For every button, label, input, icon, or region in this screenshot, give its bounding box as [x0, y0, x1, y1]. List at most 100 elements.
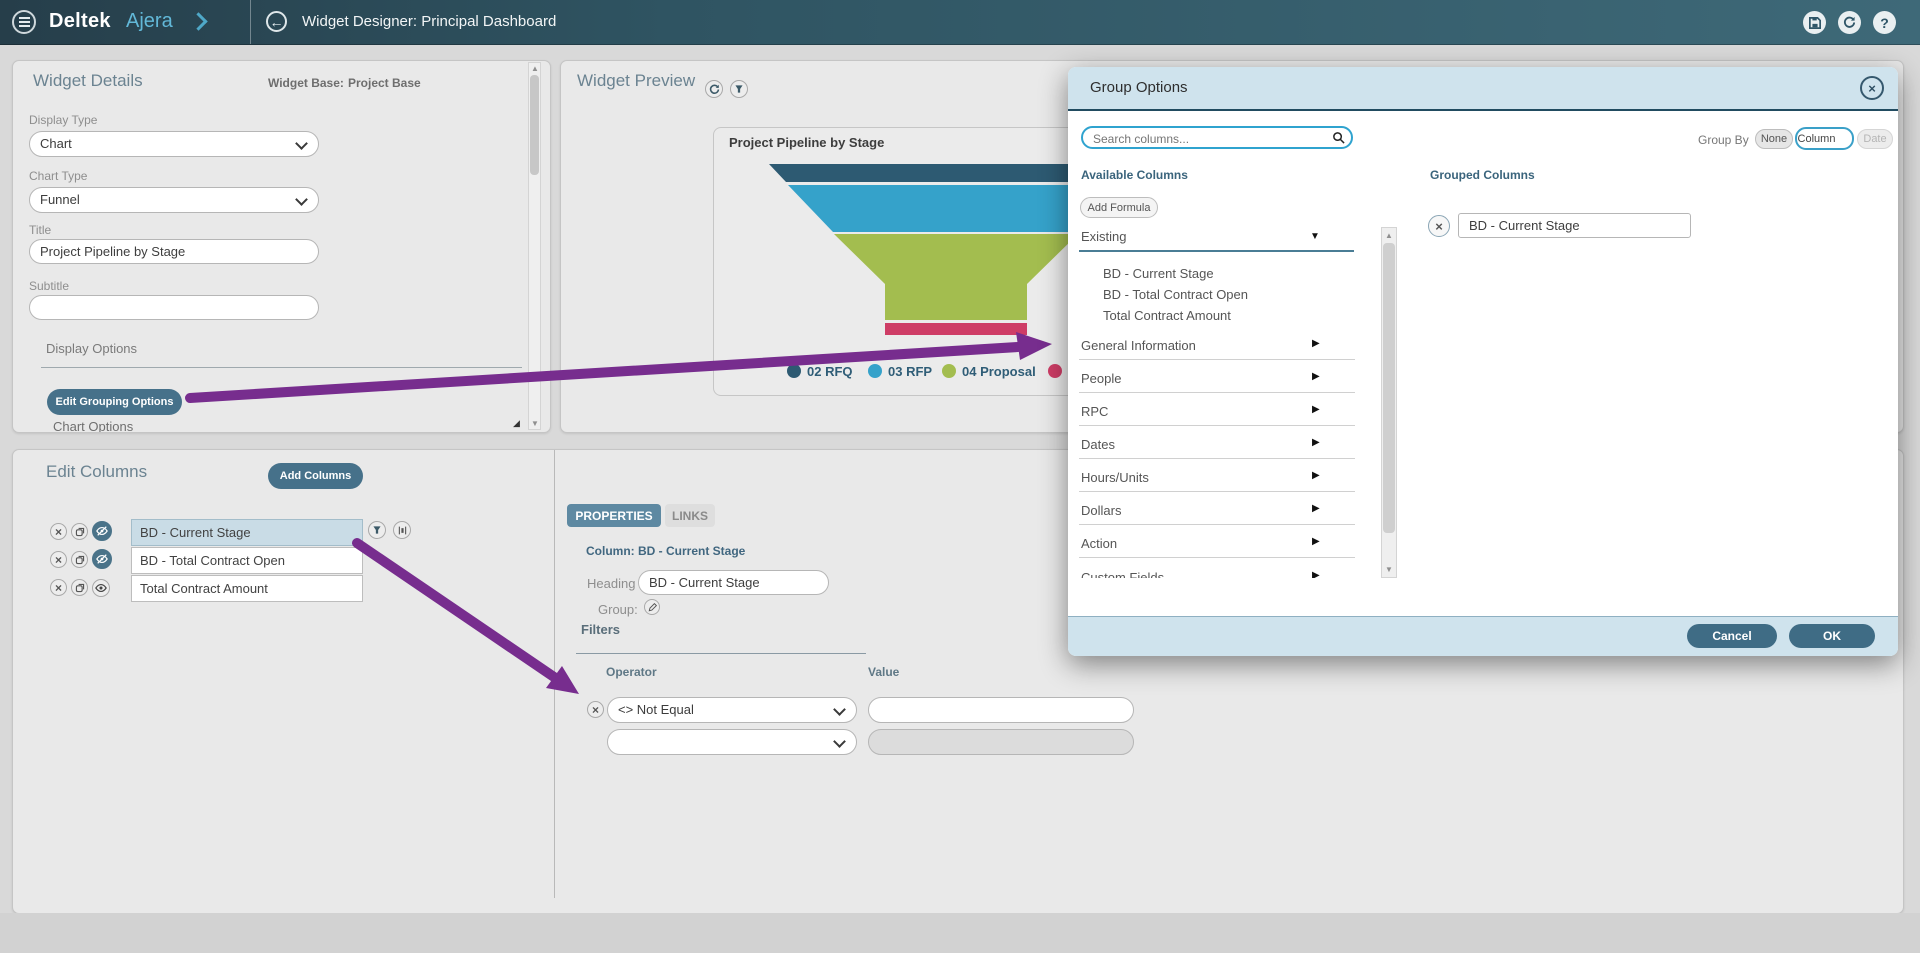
- remove-grouped-column-icon[interactable]: ×: [1428, 215, 1450, 237]
- visibility-hidden-icon[interactable]: [92, 549, 112, 569]
- visibility-hidden-icon[interactable]: [92, 521, 112, 541]
- insert-column-icon[interactable]: [393, 521, 411, 539]
- funnel-segment-05: [885, 323, 1027, 335]
- panel-divider: [554, 450, 555, 898]
- grouped-column-input[interactable]: [1458, 213, 1691, 238]
- category-row[interactable]: Action: [1081, 536, 1117, 551]
- legend-label: 04 Proposal: [962, 364, 1036, 379]
- collapse-icon[interactable]: ▼: [1310, 231, 1320, 242]
- chevron-down-icon: [833, 703, 846, 716]
- help-icon[interactable]: ?: [1873, 11, 1896, 34]
- group-by-none[interactable]: None: [1755, 129, 1793, 149]
- tab-links[interactable]: LINKS: [665, 504, 715, 527]
- resize-handle-icon[interactable]: ◢: [513, 419, 520, 428]
- category-row[interactable]: Custom Fields: [1081, 570, 1164, 578]
- remove-column-icon[interactable]: ×: [50, 579, 67, 596]
- widget-base-label: Widget Base:: [268, 76, 344, 90]
- scroll-up-icon[interactable]: ▲: [531, 65, 539, 73]
- chart-type-select[interactable]: Funnel: [29, 187, 319, 213]
- search-icon[interactable]: [1332, 131, 1345, 144]
- expand-icon[interactable]: ▶: [1312, 437, 1320, 448]
- remove-filter-icon[interactable]: ×: [587, 701, 604, 718]
- column-row[interactable]: BD - Current Stage: [131, 519, 363, 546]
- scroll-down-icon[interactable]: ▼: [531, 420, 539, 428]
- title-input[interactable]: [29, 239, 319, 264]
- expand-icon[interactable]: ▶: [1312, 338, 1320, 349]
- legend-dot: [787, 364, 801, 378]
- expand-icon[interactable]: ▶: [1312, 570, 1320, 578]
- duplicate-column-icon[interactable]: [71, 579, 88, 596]
- back-button[interactable]: ←: [266, 11, 287, 32]
- category-row[interactable]: Hours/Units: [1081, 470, 1149, 485]
- hamburger-menu-icon[interactable]: [12, 10, 36, 34]
- preview-filter-icon[interactable]: [730, 80, 748, 98]
- list-divider: [1079, 458, 1355, 459]
- subtitle-input[interactable]: [29, 295, 319, 320]
- scrollbar-thumb[interactable]: [1383, 243, 1395, 533]
- filter-operator-select[interactable]: <> Not Equal: [607, 697, 857, 723]
- display-type-select[interactable]: Chart: [29, 131, 319, 157]
- available-column-item[interactable]: BD - Total Contract Open: [1103, 287, 1248, 302]
- scrollbar-thumb[interactable]: [530, 75, 539, 175]
- available-column-item[interactable]: Total Contract Amount: [1103, 308, 1231, 323]
- scroll-up-icon[interactable]: ▲: [1385, 232, 1393, 240]
- dialog-footer: Cancel OK: [1068, 616, 1898, 656]
- available-column-item[interactable]: BD - Current Stage: [1103, 266, 1214, 281]
- expand-icon[interactable]: ▶: [1312, 404, 1320, 415]
- list-divider: [1079, 359, 1355, 360]
- filter-operator-select-empty[interactable]: [607, 729, 857, 755]
- group-by-date[interactable]: Date: [1857, 129, 1893, 149]
- visibility-visible-icon[interactable]: [92, 579, 110, 597]
- tab-properties[interactable]: PROPERTIES: [567, 504, 661, 527]
- heading-input[interactable]: [638, 570, 829, 595]
- remove-column-icon[interactable]: ×: [50, 523, 67, 540]
- remove-column-icon[interactable]: ×: [50, 551, 67, 568]
- filters-heading: Filters: [581, 622, 620, 637]
- group-by-column[interactable]: Column: [1795, 127, 1854, 150]
- column-row[interactable]: BD - Total Contract Open: [131, 547, 363, 574]
- existing-group-row[interactable]: Existing: [1081, 229, 1127, 244]
- legend-dot: [868, 364, 882, 378]
- brand-deltek: Deltek: [49, 10, 111, 33]
- page-title: Widget Designer: Principal Dashboard: [302, 13, 556, 30]
- search-columns-input[interactable]: [1091, 129, 1325, 148]
- refresh-icon[interactable]: [1838, 11, 1861, 34]
- scroll-down-icon[interactable]: ▼: [1385, 566, 1393, 574]
- cancel-button[interactable]: Cancel: [1687, 624, 1777, 648]
- group-by-label: Group By: [1698, 133, 1749, 147]
- display-type-label: Display Type: [29, 113, 97, 127]
- preview-refresh-icon[interactable]: [705, 80, 723, 98]
- filters-divider: [576, 653, 866, 654]
- filter-value-input-disabled: [868, 729, 1134, 755]
- expand-icon[interactable]: ▶: [1312, 503, 1320, 514]
- category-row[interactable]: People: [1081, 371, 1121, 386]
- expand-icon[interactable]: ▶: [1312, 470, 1320, 481]
- list-divider: [1079, 491, 1355, 492]
- chart-type-value: Funnel: [40, 192, 80, 207]
- column-row[interactable]: Total Contract Amount: [131, 575, 363, 602]
- category-row[interactable]: Dollars: [1081, 503, 1121, 518]
- value-header: Value: [868, 665, 899, 679]
- filter-value-input[interactable]: [868, 697, 1134, 723]
- edit-grouping-options-button[interactable]: Edit Grouping Options: [47, 389, 182, 415]
- dialog-header: Group Options ×: [1068, 67, 1898, 111]
- category-row[interactable]: Dates: [1081, 437, 1115, 452]
- close-icon[interactable]: ×: [1860, 76, 1884, 100]
- save-icon[interactable]: [1803, 11, 1826, 34]
- column-filter-icon[interactable]: [368, 521, 386, 539]
- widget-details-heading: Widget Details: [33, 71, 143, 91]
- expand-icon[interactable]: ▶: [1312, 536, 1320, 547]
- expand-icon[interactable]: ▶: [1312, 371, 1320, 382]
- add-formula-button[interactable]: Add Formula: [1080, 197, 1158, 218]
- duplicate-column-icon[interactable]: [71, 551, 88, 568]
- category-row[interactable]: RPC: [1081, 404, 1108, 419]
- list-divider: [1079, 524, 1355, 525]
- display-type-value: Chart: [40, 136, 72, 151]
- duplicate-column-icon[interactable]: [71, 523, 88, 540]
- add-columns-button[interactable]: Add Columns: [268, 463, 363, 489]
- chevron-down-icon: [295, 193, 308, 206]
- category-row[interactable]: General Information: [1081, 338, 1196, 353]
- edit-group-icon[interactable]: [644, 599, 660, 615]
- ok-button[interactable]: OK: [1789, 624, 1875, 648]
- subtitle-label: Subtitle: [29, 279, 69, 293]
